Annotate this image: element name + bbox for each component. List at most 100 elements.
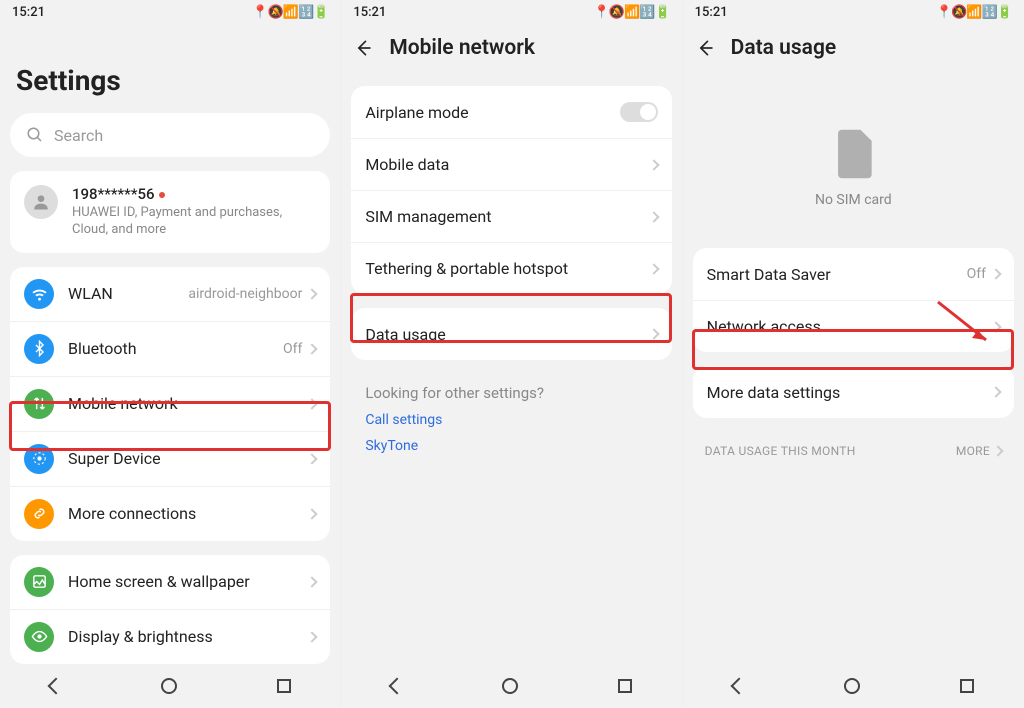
chevron-right-icon (992, 445, 1003, 456)
mobile-network-row[interactable]: Mobile network (10, 376, 330, 431)
account-card[interactable]: 198******56 HUAWEI ID, Payment and purch… (10, 171, 330, 253)
mobile-network-icon (24, 389, 54, 419)
chevron-right-icon (990, 386, 1001, 397)
more-data-label: More data settings (707, 383, 992, 402)
page-title: Mobile network (389, 36, 535, 60)
mobile-network-label: Mobile network (68, 394, 308, 413)
bluetooth-row[interactable]: Bluetooth Off (10, 321, 330, 376)
status-bar: 15:21 📍🔕📶🔢🔋 (0, 0, 340, 24)
more-link[interactable]: MORE (956, 444, 1002, 458)
display-group: Home screen & wallpaper Display & bright… (10, 555, 330, 664)
mobile-data-row[interactable]: Mobile data (351, 138, 671, 190)
data-usage-month-header: DATA USAGE THIS MONTH MORE (683, 432, 1024, 464)
airplane-toggle[interactable] (620, 102, 658, 122)
no-sim-text: No SIM card (815, 192, 892, 208)
status-icons: 📍🔕📶🔢🔋 (594, 5, 670, 20)
display-brightness-row[interactable]: Display & brightness (10, 609, 330, 664)
data-usage-label: Data usage (365, 325, 649, 344)
nav-recent-button[interactable] (960, 679, 974, 693)
nav-back-button[interactable] (47, 678, 64, 695)
status-bar: 15:21 📍🔕📶🔢🔋 (683, 0, 1024, 24)
bluetooth-icon (24, 334, 54, 364)
eye-icon (24, 622, 54, 652)
chevron-right-icon (307, 398, 318, 409)
chevron-right-icon (307, 631, 318, 642)
status-icons: 📍🔕📶🔢🔋 (252, 5, 328, 20)
wlan-label: WLAN (68, 284, 188, 303)
chevron-right-icon (990, 268, 1001, 279)
chevron-right-icon (648, 263, 659, 274)
other-settings-heading: Looking for other settings? (365, 384, 657, 402)
chevron-right-icon (648, 211, 659, 222)
bluetooth-label: Bluetooth (68, 339, 283, 358)
avatar-icon (24, 185, 58, 219)
phone-data-usage: 15:21 📍🔕📶🔢🔋 Data usage No SIM card Smart… (683, 0, 1024, 708)
wlan-value: airdroid-neighboor (188, 286, 302, 302)
page-header: Data usage (683, 24, 1024, 76)
home-wallpaper-row[interactable]: Home screen & wallpaper (10, 555, 330, 609)
skytone-link[interactable]: SkyTone (365, 438, 657, 454)
sim-label: SIM management (365, 207, 649, 226)
super-device-icon (24, 444, 54, 474)
nav-home-button[interactable] (844, 678, 860, 694)
page-title: Settings (0, 24, 340, 113)
search-input[interactable]: Search (10, 113, 330, 157)
back-button[interactable] (695, 38, 715, 58)
tethering-row[interactable]: Tethering & portable hotspot (351, 242, 671, 294)
page-header: Mobile network (341, 24, 681, 76)
more-connections-label: More connections (68, 504, 308, 523)
data-usage-group: Data usage (351, 308, 671, 360)
nav-recent-button[interactable] (277, 679, 291, 693)
phone-settings: 15:21 📍🔕📶🔢🔋 Settings Search 198******56 … (0, 0, 341, 708)
connectivity-group: WLAN airdroid-neighboor Bluetooth Off Mo… (10, 267, 330, 541)
sim-card-icon (830, 126, 876, 182)
search-icon (26, 126, 44, 144)
sim-management-row[interactable]: SIM management (351, 190, 671, 242)
status-time: 15:21 (695, 5, 728, 20)
status-bar: 15:21 📍🔕📶🔢🔋 (341, 0, 681, 24)
other-settings-card: Looking for other settings? Call setting… (351, 374, 671, 468)
data-usage-row[interactable]: Data usage (351, 308, 671, 360)
nav-back-button[interactable] (730, 678, 747, 695)
nav-bar (0, 664, 340, 708)
more-data-settings-row[interactable]: More data settings (693, 366, 1014, 418)
annotation-arrow-icon (928, 292, 998, 352)
section-label: DATA USAGE THIS MONTH (705, 444, 856, 458)
chevron-right-icon (307, 576, 318, 587)
smart-saver-value: Off (967, 266, 986, 282)
smart-saver-label: Smart Data Saver (707, 265, 967, 284)
phone-mobile-network: 15:21 📍🔕📶🔢🔋 Mobile network Airplane mode… (341, 0, 682, 708)
tethering-label: Tethering & portable hotspot (365, 259, 649, 278)
mobile-data-label: Mobile data (365, 155, 649, 174)
more-data-group: More data settings (693, 366, 1014, 418)
status-icons: 📍🔕📶🔢🔋 (936, 5, 1012, 20)
chevron-right-icon (307, 508, 318, 519)
airplane-label: Airplane mode (365, 103, 619, 122)
nav-home-button[interactable] (161, 678, 177, 694)
back-button[interactable] (353, 38, 373, 58)
home-wallpaper-label: Home screen & wallpaper (68, 572, 308, 591)
chevron-right-icon (307, 288, 318, 299)
nav-recent-button[interactable] (618, 679, 632, 693)
nav-bar (683, 664, 1024, 708)
wlan-row[interactable]: WLAN airdroid-neighboor (10, 267, 330, 321)
call-settings-link[interactable]: Call settings (365, 412, 657, 428)
super-device-label: Super Device (68, 449, 308, 468)
nav-bar (341, 664, 681, 708)
chevron-right-icon (307, 453, 318, 464)
more-connections-row[interactable]: More connections (10, 486, 330, 541)
bluetooth-value: Off (283, 341, 302, 357)
airplane-mode-row[interactable]: Airplane mode (351, 86, 671, 138)
super-device-row[interactable]: Super Device (10, 431, 330, 486)
status-time: 15:21 (353, 5, 386, 20)
no-sim-placeholder: No SIM card (683, 76, 1024, 248)
account-name: 198******56 (72, 185, 316, 203)
account-sub: HUAWEI ID, Payment and purchases, Cloud,… (72, 205, 316, 239)
page-title: Data usage (731, 36, 837, 60)
nav-home-button[interactable] (502, 678, 518, 694)
nav-back-button[interactable] (389, 678, 406, 695)
chevron-right-icon (648, 328, 659, 339)
notification-dot-icon (159, 192, 165, 198)
chevron-right-icon (307, 343, 318, 354)
chevron-right-icon (648, 159, 659, 170)
